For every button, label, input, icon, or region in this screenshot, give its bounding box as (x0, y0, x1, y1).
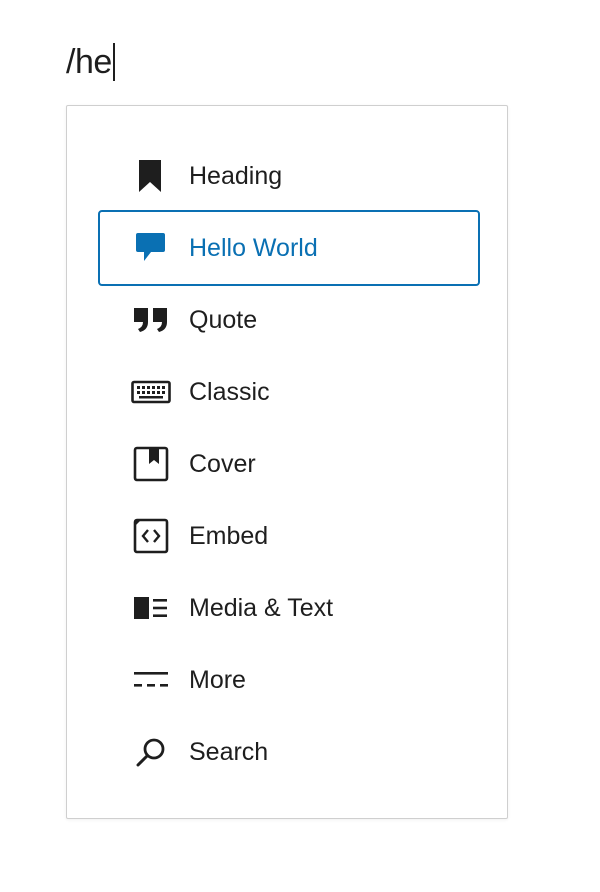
autocomplete-option-classic[interactable]: Classic (98, 356, 480, 428)
autocomplete-option-quote[interactable]: Quote (98, 284, 480, 356)
typed-text: /he (66, 42, 112, 81)
quote-icon (131, 300, 171, 340)
autocomplete-option-media-text[interactable]: Media & Text (98, 572, 480, 644)
option-label: Search (189, 737, 269, 766)
search-icon (131, 732, 171, 772)
option-label: Hello World (189, 233, 318, 262)
option-label: Heading (189, 161, 283, 190)
autocomplete-option-cover[interactable]: Cover (98, 428, 480, 500)
autocomplete-option-hello-world[interactable]: Hello World (98, 210, 480, 286)
option-label: Classic (189, 377, 270, 406)
autocomplete-option-search[interactable]: Search (98, 716, 480, 788)
option-label: Embed (189, 521, 269, 550)
option-label: Media & Text (189, 593, 334, 622)
media-text-icon (131, 588, 171, 628)
more-icon (131, 660, 171, 700)
autocomplete-option-heading[interactable]: Heading (98, 140, 480, 212)
cover-icon (131, 444, 171, 484)
option-label: Cover (189, 449, 256, 478)
text-caret (112, 43, 115, 81)
keyboard-icon (131, 372, 171, 412)
option-label: More (189, 665, 246, 694)
autocomplete-list: Heading Hello World Quote Classic Cover … (98, 140, 480, 788)
autocomplete-option-embed[interactable]: Embed (98, 500, 480, 572)
bookmark-icon (131, 156, 171, 196)
option-label: Quote (189, 305, 258, 334)
embed-icon (131, 516, 171, 556)
block-autocomplete-popover: Heading Hello World Quote Classic Cover … (66, 105, 508, 819)
autocomplete-option-more[interactable]: More (98, 644, 480, 716)
editor-paragraph[interactable]: /he (66, 40, 115, 84)
speech-bubble-icon (131, 228, 171, 268)
